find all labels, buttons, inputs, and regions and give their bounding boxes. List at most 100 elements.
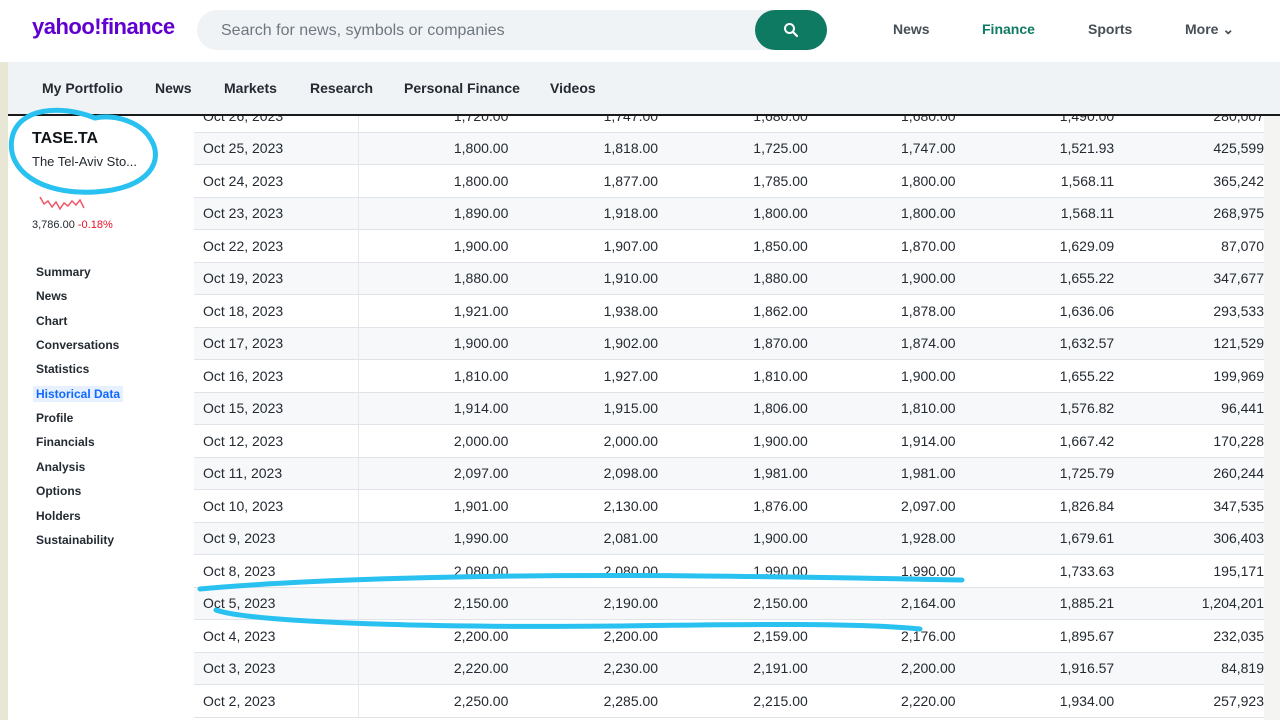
table-cell-value: 1,725.79 — [955, 457, 1115, 490]
table-cell-date: Oct 22, 2023 — [194, 229, 359, 263]
table-cell-date: Oct 12, 2023 — [194, 424, 359, 458]
table-cell-value: 1,934.00 — [955, 684, 1115, 718]
side-nav-news[interactable]: News — [36, 289, 67, 303]
table-cell-value: 1,629.09 — [955, 229, 1115, 263]
table-cell-value: 2,164.00 — [807, 587, 956, 620]
ticker-symbol[interactable]: TASE.TA — [32, 130, 98, 148]
historical-data-table[interactable]: Oct 26, 20231,720.001,747.001,680.001,68… — [194, 116, 1264, 720]
table-row: Oct 22, 2023 1,900.00 1,907.00 1,850.00 1,87… — [194, 229, 1264, 263]
table-cell-value: 1,902.00 — [508, 327, 659, 360]
table-cell-value: 2,098.00 — [508, 457, 659, 490]
table-cell-value: 2,285.00 — [508, 684, 659, 718]
table-cell-value: 2,230.00 — [508, 652, 659, 685]
side-nav-conversations[interactable]: Conversations — [36, 338, 119, 352]
table-cell-value: 306,403 — [1114, 522, 1264, 555]
table-cell-value: 1,990.00 — [807, 554, 956, 588]
table-cell-value: 2,200.00 — [807, 652, 956, 685]
table-cell-value: 1,907.00 — [508, 229, 659, 263]
table-cell-value: 1,876.00 — [658, 489, 808, 523]
side-nav-sustainability[interactable]: Sustainability — [36, 533, 114, 547]
table-cell-value: 2,191.00 — [658, 652, 808, 685]
table-cell-value: 1,680.00 — [807, 116, 956, 133]
table-cell-value: 2,000.00 — [508, 424, 659, 458]
table-cell-date: Oct 25, 2023 — [194, 132, 359, 165]
table-cell-value: 1,927.00 — [508, 359, 659, 393]
table-cell-value: 1,877.00 — [508, 164, 659, 198]
subnav-news[interactable]: News — [155, 80, 192, 96]
side-nav-historical-data[interactable]: Historical Data — [33, 386, 124, 402]
top-nav-finance[interactable]: Finance — [982, 21, 1035, 37]
table-cell-value: 1,818.00 — [508, 132, 659, 165]
table-cell-value: 1,850.00 — [658, 229, 808, 263]
side-nav-financials[interactable]: Financials — [36, 435, 95, 449]
side-nav-chart[interactable]: Chart — [36, 314, 67, 328]
search-input[interactable] — [219, 10, 743, 52]
table-cell-value: 347,677 — [1114, 262, 1264, 295]
side-nav-profile[interactable]: Profile — [36, 411, 73, 425]
top-nav-sports[interactable]: Sports — [1088, 21, 1132, 37]
table-cell-value: 195,171 — [1114, 554, 1264, 588]
table-cell-value: 1,928.00 — [807, 522, 956, 555]
side-nav-options[interactable]: Options — [36, 484, 81, 498]
table-cell-value: 1,890.00 — [358, 197, 509, 230]
table-cell-value: 1,878.00 — [807, 294, 956, 328]
table-cell-date: Oct 8, 2023 — [194, 554, 359, 588]
table-cell-value: 1,870.00 — [658, 327, 808, 360]
table-cell-value: 1,981.00 — [807, 457, 956, 490]
table-cell-value: 1,900.00 — [658, 424, 808, 458]
table-cell-value: 1,655.22 — [955, 262, 1115, 295]
table-cell-value: 2,150.00 — [658, 587, 808, 620]
table-cell-value: 2,215.00 — [658, 684, 808, 718]
table-cell-value: 268,975 — [1114, 197, 1264, 230]
table-cell-value: 1,990.00 — [358, 522, 509, 555]
sub-nav: My Portfolio News Markets Research Perso… — [8, 62, 1280, 114]
subnav-personal-finance[interactable]: Personal Finance — [404, 80, 520, 96]
side-nav-statistics[interactable]: Statistics — [36, 362, 89, 376]
side-nav-holders[interactable]: Holders — [36, 509, 81, 523]
side-nav-summary[interactable]: Summary — [36, 265, 91, 279]
table-cell-value: 1,632.57 — [955, 327, 1115, 360]
table-cell-value: 1,916.57 — [955, 652, 1115, 685]
subnav-my-portfolio[interactable]: My Portfolio — [42, 80, 123, 96]
table-row: Oct 15, 2023 1,914.00 1,915.00 1,806.00 1,81… — [194, 392, 1264, 425]
table-cell-value: 1,810.00 — [807, 392, 956, 425]
table-row: Oct 12, 2023 2,000.00 2,000.00 1,900.00 1,91… — [194, 424, 1264, 458]
top-bar: yahoo!finance News Finance Sports More ⌄ — [0, 0, 1280, 62]
subnav-research[interactable]: Research — [310, 80, 373, 96]
table-cell-value: 84,819 — [1114, 652, 1264, 685]
subnav-markets[interactable]: Markets — [224, 80, 277, 96]
top-nav-more[interactable]: More ⌄ — [1185, 21, 1234, 38]
quote-price: 3,786.00 — [32, 219, 75, 231]
table-cell-value: 1,204,201 — [1114, 587, 1264, 620]
table-cell-value: 2,081.00 — [508, 522, 659, 555]
search-button[interactable] — [755, 10, 827, 50]
table-cell-value: 2,080.00 — [508, 554, 659, 588]
side-nav-analysis[interactable]: Analysis — [36, 460, 85, 474]
table-cell-value: 2,150.00 — [358, 587, 509, 620]
table-cell-value: 2,159.00 — [658, 619, 808, 653]
table-cell-value: 1,938.00 — [508, 294, 659, 328]
table-cell-value: 1,747.00 — [807, 132, 956, 165]
table-cell-value: 2,220.00 — [807, 684, 956, 718]
table-cell-date: Oct 5, 2023 — [194, 587, 359, 620]
table-cell-value: 347,535 — [1114, 489, 1264, 523]
table-cell-value: 1,914.00 — [807, 424, 956, 458]
top-nav-news[interactable]: News — [893, 21, 930, 37]
table-row: Oct 18, 2023 1,921.00 1,938.00 1,862.00 1,87… — [194, 294, 1264, 328]
table-cell-value: 1,810.00 — [658, 359, 808, 393]
table-cell-value: 1,680.00 — [658, 116, 808, 133]
table-cell-value: 2,200.00 — [358, 619, 509, 653]
table-cell-value: 1,900.00 — [358, 327, 509, 360]
table-cell-value: 2,097.00 — [358, 457, 509, 490]
table-row: Oct 17, 2023 1,900.00 1,902.00 1,870.00 1,87… — [194, 327, 1264, 360]
table-cell-value: 1,747.00 — [508, 116, 659, 133]
table-cell-value: 1,880.00 — [358, 262, 509, 295]
table-cell-value: 1,880.00 — [658, 262, 808, 295]
table-row: Oct 8, 2023 2,080.00 2,080.00 1,990.00 1,990… — [194, 554, 1264, 588]
table-cell-value: 1,733.63 — [955, 554, 1115, 588]
table-cell-value: 1,800.00 — [807, 164, 956, 198]
yahoo-finance-logo[interactable]: yahoo!finance — [32, 14, 175, 40]
subnav-videos[interactable]: Videos — [550, 80, 596, 96]
table-row: Oct 26, 20231,720.001,747.001,680.001,68… — [194, 116, 1264, 133]
table-cell-date: Oct 17, 2023 — [194, 327, 359, 360]
